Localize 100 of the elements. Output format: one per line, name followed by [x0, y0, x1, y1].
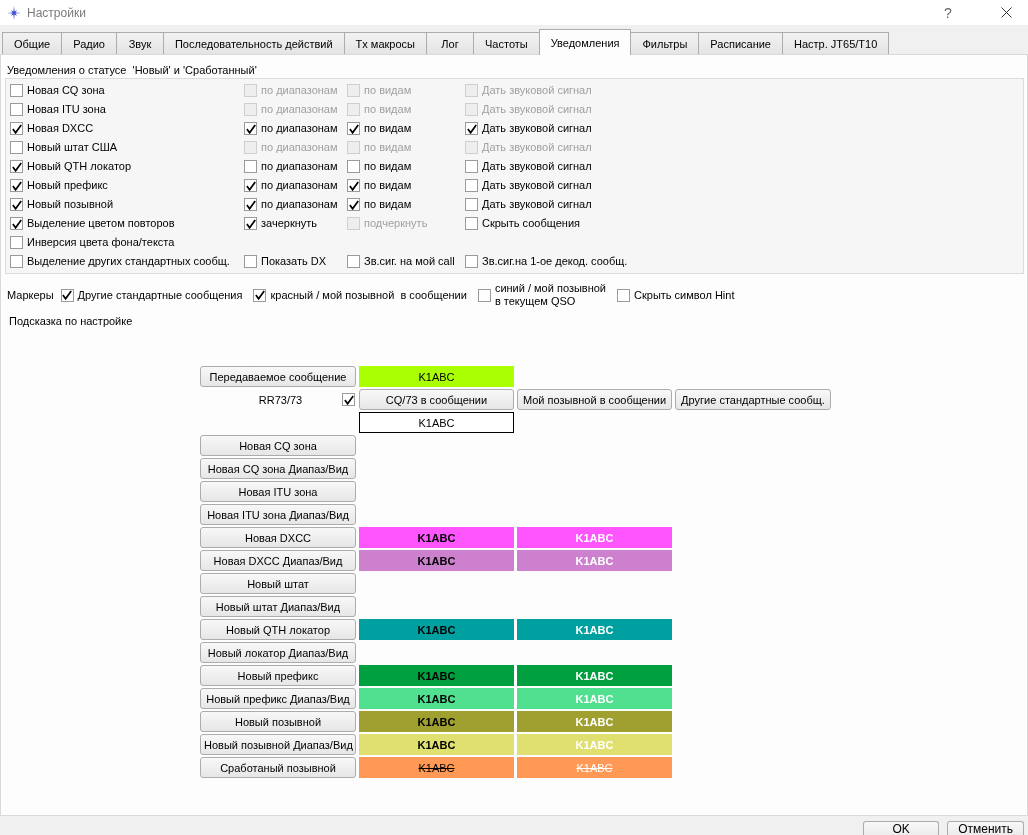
preview-button[interactable]: CQ/73 в сообщении	[359, 389, 514, 410]
preview-button[interactable]: Новая CQ зона Диапаз/Вид	[200, 458, 356, 479]
checkbox[interactable]	[10, 84, 23, 97]
checkbox[interactable]	[10, 217, 23, 230]
checkmark-icon	[11, 161, 22, 172]
preview-button[interactable]: Мой позывной в сообщении	[517, 389, 672, 410]
checkbox[interactable]	[10, 198, 23, 211]
preview-button[interactable]: Новая DXCC Диапаз/Вид	[200, 550, 356, 571]
preview-button[interactable]: Новый штат	[200, 573, 356, 594]
checkbox[interactable]	[244, 122, 257, 135]
sample-callsign: K1ABC	[517, 665, 672, 686]
checkbox[interactable]	[347, 198, 360, 211]
checkbox[interactable]	[10, 160, 23, 173]
preview-button[interactable]: Новый префикс Диапаз/Вид	[200, 688, 356, 709]
sample-callsign: K1ABC	[359, 711, 514, 732]
checkbox-label: по диапазонам	[261, 160, 338, 173]
checkbox-label: Выделение других стандартных сообщ.	[27, 255, 230, 268]
checkbox[interactable]	[60, 288, 74, 302]
checkbox-label: Скрыть символ Hint	[634, 288, 735, 302]
dialog-button[interactable]: OK	[863, 821, 940, 835]
tab[interactable]: Общие	[2, 32, 63, 54]
checkmark-icon	[11, 218, 22, 229]
sample-callsign: K1ABC	[359, 688, 514, 709]
preview-button[interactable]: Новая ITU зона	[200, 481, 356, 502]
checkbox[interactable]	[253, 288, 267, 302]
checkbox[interactable]	[465, 179, 478, 192]
checkmark-icon	[245, 180, 256, 191]
checkbox[interactable]	[10, 255, 23, 268]
tab[interactable]: Расписание	[698, 32, 783, 54]
checkbox-label: по диапазонам	[261, 103, 338, 116]
preview-button[interactable]: Сработаный позывной	[200, 757, 356, 778]
checkbox-label: по видам	[364, 160, 412, 173]
preview-button[interactable]: Новая CQ зона	[200, 435, 356, 456]
checkbox-label: Дать звуковой сигнал	[482, 122, 592, 135]
checkbox-label: по диапазонам	[261, 122, 338, 135]
checkbox[interactable]	[477, 288, 491, 302]
sample-callsign: K1ABC	[517, 619, 672, 640]
checkbox-label: Новый позывной	[27, 198, 114, 211]
tab[interactable]: Tx макросы	[343, 32, 427, 54]
tab[interactable]: Частоты	[473, 32, 540, 54]
preview-button[interactable]: Новый QTH локатор	[200, 619, 356, 640]
checkbox[interactable]	[244, 217, 257, 230]
checkbox[interactable]	[244, 198, 257, 211]
checkbox[interactable]	[347, 255, 360, 268]
dialog-button[interactable]: Отменить	[947, 821, 1024, 835]
tab[interactable]: Фильтры	[630, 32, 700, 54]
checkmark-icon	[245, 123, 256, 134]
checkbox[interactable]	[347, 122, 360, 135]
help-button[interactable]: ?	[940, 4, 956, 21]
preview-button[interactable]: Новый позывной Диапаз/Вид	[200, 734, 356, 755]
checkbox[interactable]	[244, 179, 257, 192]
checkbox[interactable]	[244, 255, 257, 268]
hint-label: Подсказка по настройке	[9, 315, 133, 328]
checkbox[interactable]	[465, 198, 478, 211]
sample-callsign: K1ABC	[359, 734, 514, 755]
window-title: Настройки	[27, 5, 86, 20]
checkbox[interactable]	[617, 288, 630, 302]
close-icon[interactable]	[1001, 7, 1012, 18]
tab[interactable]: Радио	[61, 32, 117, 54]
checkbox[interactable]	[347, 179, 360, 192]
preview-button[interactable]: Новый локатор Диапаз/Вид	[200, 642, 356, 663]
checkbox[interactable]	[10, 236, 23, 249]
checkbox-label: подчеркнуть	[364, 217, 428, 230]
sample-callsign: K1ABC	[517, 550, 672, 571]
preview-button[interactable]: Новый префикс	[200, 665, 356, 686]
preview-button[interactable]: Другие стандартные сообщ.	[675, 389, 831, 410]
checkbox[interactable]	[10, 122, 23, 135]
sample-callsign: K1ABC	[359, 366, 514, 387]
checkbox[interactable]	[342, 393, 355, 406]
preview-button[interactable]: Новая ITU зона Диапаз/Вид	[200, 504, 356, 525]
tab[interactable]: Последовательность действий	[162, 32, 345, 54]
checkbox[interactable]	[10, 103, 23, 116]
tab[interactable]: Настр. JT65/T10	[782, 32, 890, 54]
tab[interactable]: Лог	[426, 32, 474, 54]
preview-button[interactable]: Передаваемое сообщение	[200, 366, 356, 387]
checkmark-icon	[348, 180, 359, 191]
checkbox-label: по видам	[364, 179, 412, 192]
checkbox[interactable]	[465, 255, 478, 268]
tab[interactable]: Звук	[115, 32, 164, 54]
preview-button[interactable]: Новый позывной	[200, 711, 356, 732]
checkbox[interactable]	[10, 179, 23, 192]
preview-button[interactable]: Новая DXCC	[200, 527, 356, 548]
checkbox-label: Зв.сиг. на мой call	[364, 255, 455, 268]
checkbox[interactable]	[244, 160, 257, 173]
tab[interactable]: Уведомления	[538, 29, 632, 55]
sample-callsign: K1ABC	[359, 412, 514, 433]
sample-callsign: K1ABC	[359, 619, 514, 640]
checkbox[interactable]	[465, 217, 478, 230]
checkmark-icon	[466, 123, 477, 134]
sample-callsign: K1ABC	[517, 527, 672, 548]
markers-label: Маркеры	[7, 289, 54, 301]
preview-button[interactable]: Новый штат Диапаз/Вид	[200, 596, 356, 617]
checkbox-label: Новая ITU зона	[27, 103, 106, 116]
checkmark-icon	[348, 123, 359, 134]
checkbox-label: Новая DXCC	[27, 122, 94, 135]
checkmark-icon	[245, 199, 256, 210]
checkbox[interactable]	[465, 122, 478, 135]
checkbox[interactable]	[465, 160, 478, 173]
checkbox[interactable]	[347, 160, 360, 173]
checkbox[interactable]	[10, 141, 23, 154]
